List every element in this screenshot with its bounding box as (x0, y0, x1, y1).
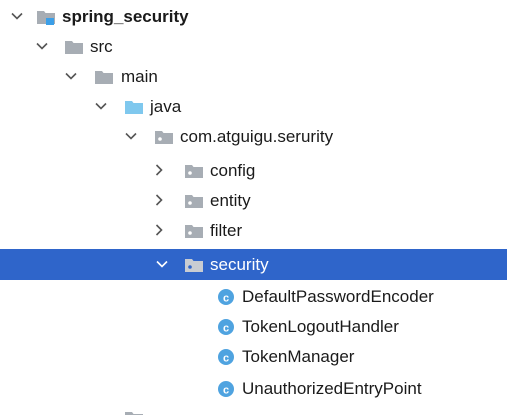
tree-item-label: entity (210, 191, 251, 210)
tree-item-label: DefaultPasswordEncoder (242, 287, 434, 306)
tree-item-com-atguigu-serurity[interactable]: com.atguigu.serurity (0, 122, 507, 152)
tree-item-label: com.atguigu.serurity (180, 127, 334, 146)
tree-item-label: UnauthorizedEntryPoint (242, 379, 422, 398)
chevron-right-icon[interactable] (152, 163, 166, 177)
tree-item-label: java (150, 97, 182, 116)
tree-item-partial (0, 406, 507, 415)
package-icon (184, 221, 204, 241)
tree-item-label: TokenLogoutHandler (242, 317, 399, 336)
svg-text:c: c (223, 385, 229, 397)
tree-item-label: src (90, 37, 113, 56)
tree-item-config[interactable]: config (0, 156, 507, 186)
tree-item-token-logout-handler[interactable]: c TokenLogoutHandler (0, 312, 507, 342)
tree-item-label: config (210, 161, 256, 180)
tree-item-default-password-encoder[interactable]: c DefaultPasswordEncoder (0, 282, 507, 312)
source-root-folder-icon (124, 97, 144, 117)
tree-item-filter[interactable]: filter (0, 216, 507, 246)
chevron-down-icon[interactable] (10, 9, 24, 23)
tree-item-label: spring_security (62, 7, 189, 26)
svg-text:c: c (223, 353, 229, 365)
chevron-down-icon[interactable] (64, 69, 78, 83)
folder-icon (124, 408, 144, 415)
class-icon: c (216, 287, 236, 307)
svg-text:c: c (223, 323, 229, 335)
tree-item-security[interactable]: security (0, 249, 507, 280)
chevron-down-icon[interactable] (94, 99, 108, 113)
class-icon: c (216, 317, 236, 337)
tree-item-java[interactable]: java (0, 92, 507, 122)
project-tree: spring_security src main java com.atguig… (0, 0, 507, 415)
package-icon (184, 255, 204, 275)
class-icon: c (216, 379, 236, 399)
tree-item-label: security (210, 255, 269, 274)
tree-item-entity[interactable]: entity (0, 186, 507, 216)
tree-item-main[interactable]: main (0, 62, 507, 92)
chevron-down-icon[interactable] (124, 129, 138, 143)
package-icon (154, 127, 174, 147)
module-folder-icon (36, 7, 56, 27)
class-icon: c (216, 347, 236, 367)
chevron-down-icon[interactable] (155, 257, 169, 271)
folder-icon (64, 37, 84, 57)
package-icon (184, 191, 204, 211)
chevron-down-icon[interactable] (35, 39, 49, 53)
tree-item-label: TokenManager (242, 347, 355, 366)
tree-item-token-manager[interactable]: c TokenManager (0, 342, 507, 372)
chevron-right-icon[interactable] (152, 193, 166, 207)
folder-icon (94, 67, 114, 87)
tree-item-src[interactable]: src (0, 32, 507, 62)
tree-item-label: filter (210, 221, 243, 240)
tree-item-unauthorized-entry-point[interactable]: c UnauthorizedEntryPoint (0, 374, 507, 404)
chevron-right-icon[interactable] (152, 223, 166, 237)
tree-item-spring-security[interactable]: spring_security (0, 2, 507, 32)
tree-item-label: main (121, 67, 158, 86)
package-icon (184, 161, 204, 181)
svg-text:c: c (223, 293, 229, 305)
